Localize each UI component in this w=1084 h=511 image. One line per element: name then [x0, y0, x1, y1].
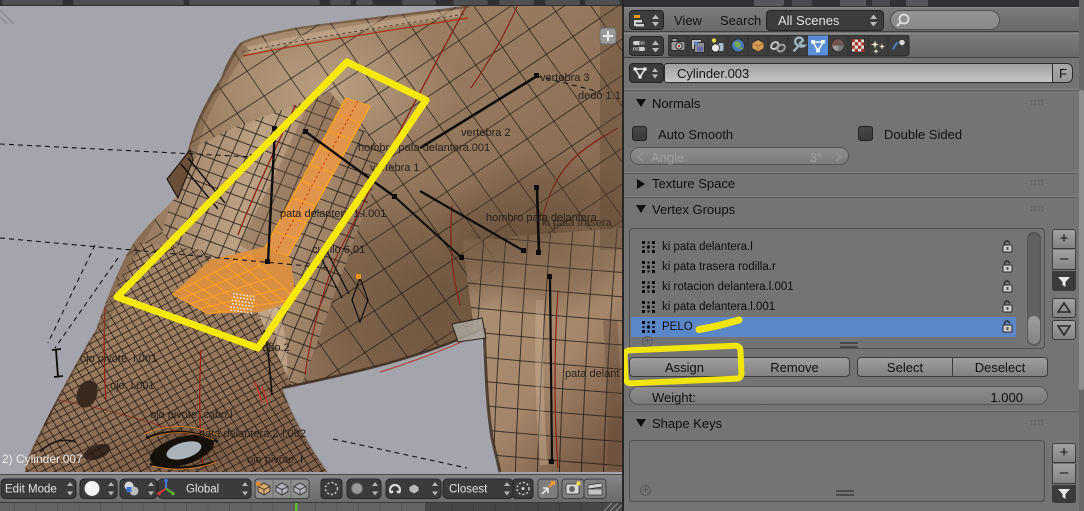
- svg-text:ojo pivote. cabo.l: ojo pivote. cabo.l: [150, 409, 233, 421]
- svg-text:2) Cylinder.007: 2) Cylinder.007: [2, 452, 83, 466]
- svg-text:vertebra 2: vertebra 2: [461, 127, 511, 139]
- svg-text:pata delantera 2-l.002: pata delantera 2-l.002: [199, 428, 306, 440]
- svg-text:dedo 1.1: dedo 1.1: [578, 90, 621, 102]
- svg-text:Global: Global: [186, 484, 219, 496]
- svg-text:hombro pata delantera.001: hombro pata delantera.001: [358, 142, 490, 154]
- svg-text:ojo. l.001: ojo. l.001: [110, 380, 155, 392]
- svg-text:ojo pivote. l.001: ojo pivote. l.001: [80, 353, 157, 365]
- svg-text:Edit Mode: Edit Mode: [5, 484, 57, 496]
- svg-text:ki pata trasera: ki pata trasera: [542, 217, 613, 229]
- svg-text:pata delant: pata delant: [565, 368, 619, 380]
- svg-text:ojo pivote. l: ojo pivote. l: [247, 454, 303, 466]
- svg-text:Closest: Closest: [449, 484, 488, 496]
- svg-text:pata delantera 1.l.001: pata delantera 1.l.001: [280, 208, 386, 220]
- svg-text:vertebra 3: vertebra 3: [540, 72, 590, 84]
